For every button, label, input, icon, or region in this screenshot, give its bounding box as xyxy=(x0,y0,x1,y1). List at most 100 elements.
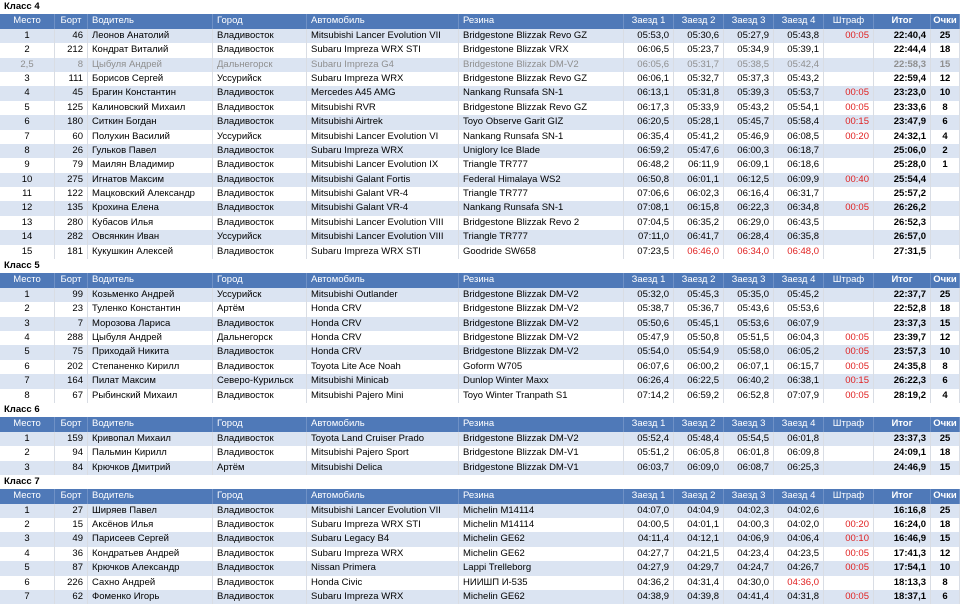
cell-driver: Морозова Лариса xyxy=(88,316,213,331)
cell-run-4: 04:06,4 xyxy=(774,532,824,547)
cell-car: Mitsubishi Lancer Evolution VII xyxy=(307,503,459,519)
cell-city: Владивосток xyxy=(213,28,307,44)
cell-car-number: 202 xyxy=(55,359,88,375)
cell-place: 2,5 xyxy=(0,57,55,72)
cell-penalty: 00:05 xyxy=(824,388,874,403)
cell-run-4: 06:31,7 xyxy=(774,187,824,202)
cell-points: 15 xyxy=(931,57,960,72)
cell-run-1: 07:08,1 xyxy=(624,201,674,216)
cell-run-4: 04:23,5 xyxy=(774,546,824,562)
cell-tyres: Toyo Observe Garit GIZ xyxy=(459,115,624,130)
cell-tyres: Dunlop Winter Maxx xyxy=(459,374,624,389)
cell-total: 25:28,0 xyxy=(874,158,931,173)
cell-run-4: 06:04,3 xyxy=(774,330,824,346)
cell-run-3: 05:58,0 xyxy=(724,345,774,360)
cell-car-number: 87 xyxy=(55,561,88,576)
table-row: 15 181 Кукушкин Алексей Владивосток Subaru I… xyxy=(0,244,960,260)
table-row: 7 164 Пилат Максим Северо-Курильск Mitsubish… xyxy=(0,374,960,389)
cell-run-1: 06:48,2 xyxy=(624,158,674,173)
cell-total: 18:13,3 xyxy=(874,575,931,591)
class-title: Класс 4 xyxy=(0,0,960,15)
cell-driver: Цыбуля Андрей xyxy=(88,330,213,346)
cell-tyres: Bridgestone Blizzak DM-V1 xyxy=(459,446,624,461)
cell-driver: Кондратьев Андрей xyxy=(88,546,213,562)
cell-run-3: 05:37,3 xyxy=(724,71,774,87)
cell-place: 9 xyxy=(0,158,55,173)
cell-driver: Кубасов Илья xyxy=(88,215,213,231)
cell-tyres: Triangle TR777 xyxy=(459,230,624,245)
cell-tyres: Bridgestone Blizzak Revo GZ xyxy=(459,100,624,116)
cell-city: Уссурийск xyxy=(213,71,307,87)
cell-run-3: 05:43,6 xyxy=(724,302,774,317)
cell-points: 25 xyxy=(931,28,960,44)
table-row: 2 15 Аксёнов Илья Владивосток Subaru Impreza… xyxy=(0,518,960,533)
cell-run-3: 06:12,5 xyxy=(724,172,774,188)
cell-run-3: 05:53,6 xyxy=(724,316,774,331)
cell-penalty: 00:15 xyxy=(824,374,874,389)
cell-run-4: 06:09,9 xyxy=(774,172,824,188)
cell-points xyxy=(931,187,960,202)
cell-place: 1 xyxy=(0,503,55,519)
cell-run-1: 06:06,5 xyxy=(624,43,674,58)
cell-car-number: 111 xyxy=(55,71,88,87)
cell-car-number: 46 xyxy=(55,28,88,44)
cell-run-4: 06:18,7 xyxy=(774,143,824,159)
cell-run-4: 04:31,8 xyxy=(774,590,824,605)
cell-run-1: 07:14,2 xyxy=(624,388,674,403)
cell-run-4: 06:34,8 xyxy=(774,201,824,216)
header-place: Место xyxy=(0,489,55,504)
cell-run-1: 06:20,5 xyxy=(624,115,674,130)
cell-tyres: Michelin GE62 xyxy=(459,546,624,562)
header-tyres: Резина xyxy=(459,273,624,288)
cell-tyres: Goodride SW658 xyxy=(459,244,624,260)
cell-driver: Овсянкин Иван xyxy=(88,230,213,245)
cell-driver: Аксёнов Илья xyxy=(88,518,213,533)
cell-run-2: 05:28,1 xyxy=(674,115,724,130)
cell-total: 23:33,6 xyxy=(874,100,931,116)
cell-car: Mitsubishi Lancer Evolution IX xyxy=(307,158,459,173)
cell-run-3: 06:22,3 xyxy=(724,201,774,216)
cell-penalty xyxy=(824,158,874,173)
header-run-1: Заезд 1 xyxy=(624,489,674,504)
cell-points: 15 xyxy=(931,460,960,475)
cell-run-1: 06:06,1 xyxy=(624,71,674,87)
cell-car-number: 79 xyxy=(55,158,88,173)
header-run-4: Заезд 4 xyxy=(774,489,824,504)
cell-car-number: 27 xyxy=(55,503,88,519)
cell-run-2: 04:39,8 xyxy=(674,590,724,605)
cell-run-1: 04:38,9 xyxy=(624,590,674,605)
cell-run-4: 06:09,8 xyxy=(774,446,824,461)
header-tyres: Резина xyxy=(459,14,624,29)
header-car: Автомобиль xyxy=(307,14,459,29)
cell-total: 25:54,4 xyxy=(874,172,931,188)
cell-penalty: 00:10 xyxy=(824,532,874,547)
cell-city: Уссурийск xyxy=(213,287,307,303)
cell-run-2: 05:47,6 xyxy=(674,143,724,159)
cell-run-1: 07:04,5 xyxy=(624,215,674,231)
cell-points xyxy=(931,244,960,260)
cell-car-number: 15 xyxy=(55,518,88,533)
cell-car-number: 288 xyxy=(55,330,88,346)
cell-car: Mercedes A45 AMG xyxy=(307,86,459,101)
cell-car-number: 8 xyxy=(55,57,88,72)
cell-points: 6 xyxy=(931,374,960,389)
header-driver: Водитель xyxy=(88,273,213,288)
cell-driver: Ситкин Богдан xyxy=(88,115,213,130)
cell-penalty xyxy=(824,230,874,245)
header-total: Итог xyxy=(874,489,931,504)
cell-driver: Парисеев Сергей xyxy=(88,532,213,547)
header-run-3: Заезд 3 xyxy=(724,273,774,288)
cell-penalty: 00:05 xyxy=(824,345,874,360)
cell-driver: Калиновский Михаил xyxy=(88,100,213,116)
cell-points: 4 xyxy=(931,388,960,403)
header-run-1: Заезд 1 xyxy=(624,14,674,29)
cell-run-3: 06:01,8 xyxy=(724,446,774,461)
cell-run-3: 04:30,0 xyxy=(724,575,774,591)
cell-total: 22:44,4 xyxy=(874,43,931,58)
cell-total: 16:46,9 xyxy=(874,532,931,547)
cell-place: 7 xyxy=(0,590,55,605)
cell-points: 18 xyxy=(931,302,960,317)
cell-penalty xyxy=(824,143,874,159)
cell-place: 2 xyxy=(0,302,55,317)
table-header-row: Место Борт Водитель Город Автомобиль Резина За… xyxy=(0,489,960,504)
